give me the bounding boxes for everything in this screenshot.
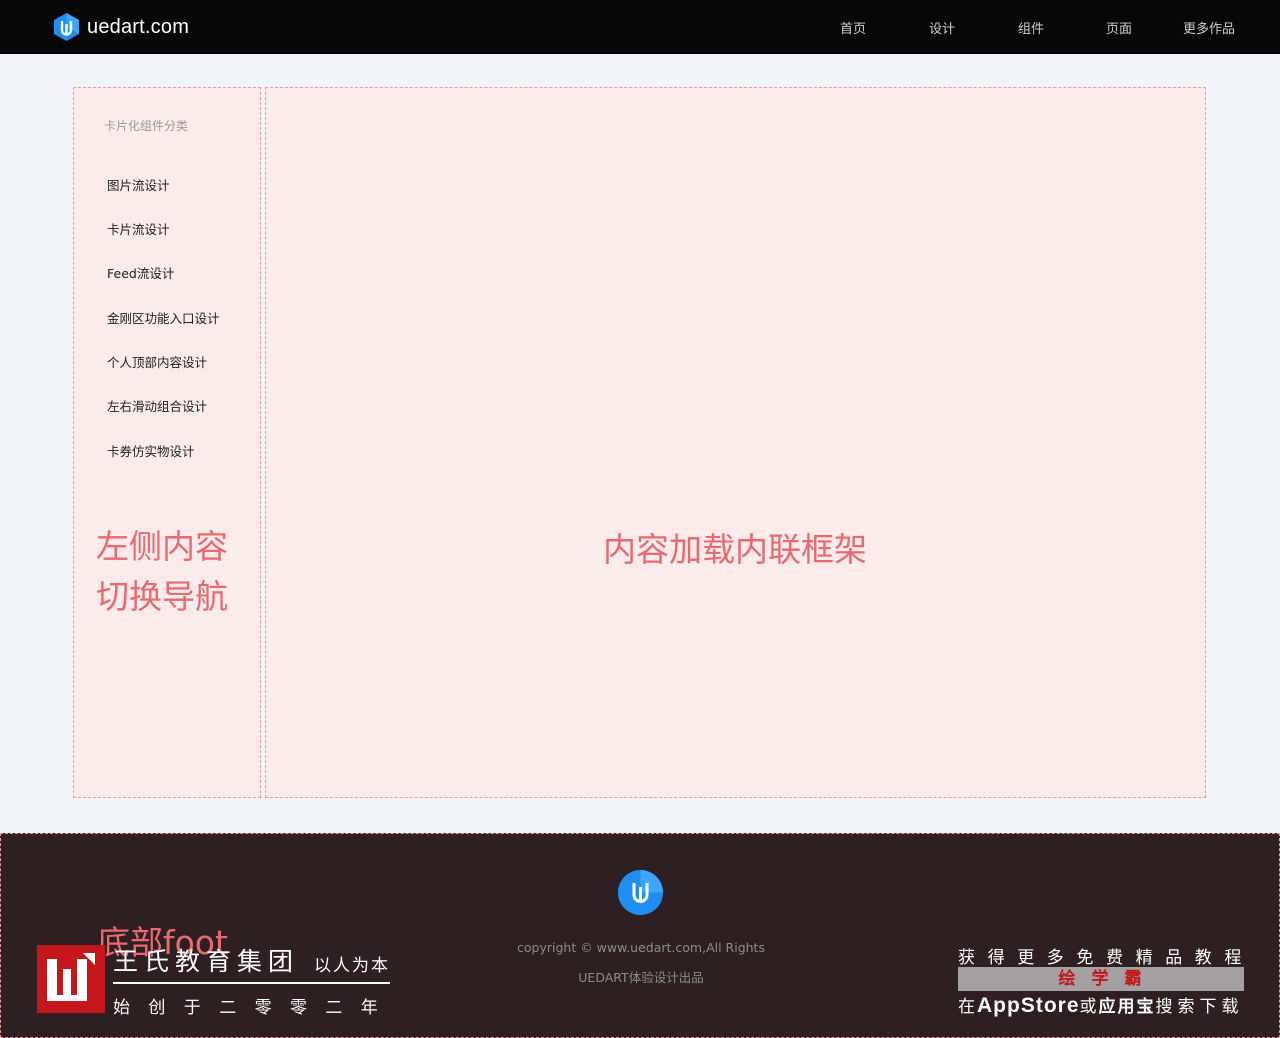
footer-logo-mark bbox=[618, 870, 663, 915]
uedart-logo-icon bbox=[54, 13, 79, 41]
brand-founded: 始创于二零零二年 bbox=[113, 998, 397, 1018]
nav-home[interactable]: 首页 bbox=[840, 18, 866, 37]
site-logo[interactable]: uedart.com bbox=[54, 13, 189, 41]
brand-name: 王氏教育集团 bbox=[113, 947, 300, 976]
footer-logo-icon[interactable] bbox=[618, 870, 663, 915]
promo-prefix: 在 bbox=[958, 997, 977, 1017]
promo-suffix: 搜索下载 bbox=[1155, 997, 1244, 1017]
footer: 底部foot copyright © www.uedart.com,All Ri… bbox=[0, 833, 1280, 1038]
sidebar-item-image-flow[interactable]: 图片流设计 bbox=[107, 175, 170, 194]
promo-app-name: 绘学霸 bbox=[958, 967, 1244, 991]
promo-headline: 获得更多免费精品教程 bbox=[958, 948, 1254, 968]
nav-pages[interactable]: 页面 bbox=[1106, 18, 1132, 37]
brand-slogan: 以人为本 bbox=[314, 956, 390, 976]
sidebar-item-horizontal-scroll[interactable]: 左右滑动组合设计 bbox=[107, 396, 207, 415]
content-iframe-area[interactable]: 内容加载内联框架 bbox=[265, 87, 1206, 798]
sidebar-item-king-kong-entry[interactable]: 金刚区功能入口设计 bbox=[107, 308, 220, 327]
nav-design[interactable]: 设计 bbox=[929, 18, 955, 37]
promo-appstore: AppStore bbox=[977, 994, 1080, 1017]
content-annotation: 内容加载内联框架 bbox=[603, 530, 867, 569]
top-navbar: uedart.com 首页 设计 组件 页面 更多作品 bbox=[0, 0, 1280, 54]
promo-download-hint: 在AppStore或应用宝搜索下载 bbox=[958, 992, 1244, 1018]
sidebar-annotation-line1: 左侧内容 bbox=[96, 527, 228, 566]
site-name: uedart.com bbox=[87, 15, 190, 38]
nav-components[interactable]: 组件 bbox=[1018, 18, 1044, 37]
sidebar-annotation-line2: 切换导航 bbox=[96, 577, 228, 616]
sidebar-title: 卡片化组件分类 bbox=[104, 119, 189, 133]
sidebar-item-profile-header[interactable]: 个人顶部内容设计 bbox=[107, 352, 207, 371]
sidebar-nav: 卡片化组件分类 图片流设计 卡片流设计 Feed流设计 金刚区功能入口设计 个人… bbox=[73, 87, 261, 798]
sidebar-item-feed-flow[interactable]: Feed流设计 bbox=[107, 263, 174, 282]
promo-market: 应用宝 bbox=[1098, 997, 1156, 1017]
sidebar-item-card-flow[interactable]: 卡片流设计 bbox=[107, 219, 170, 238]
wang-w-logo-icon bbox=[37, 945, 105, 1013]
sidebar-item-coupon[interactable]: 卡券仿实物设计 bbox=[107, 441, 195, 460]
footer-copyright: copyright © www.uedart.com,All Rights bbox=[517, 940, 765, 955]
footer-credit: UEDART体验设计出品 bbox=[578, 970, 704, 985]
brand-logo bbox=[37, 945, 105, 1013]
brand-divider bbox=[113, 982, 390, 984]
promo-or: 或 bbox=[1079, 997, 1099, 1017]
sidebar-annotation: 左侧内容 切换导航 bbox=[96, 522, 256, 622]
nav-more-works[interactable]: 更多作品 bbox=[1183, 18, 1235, 37]
